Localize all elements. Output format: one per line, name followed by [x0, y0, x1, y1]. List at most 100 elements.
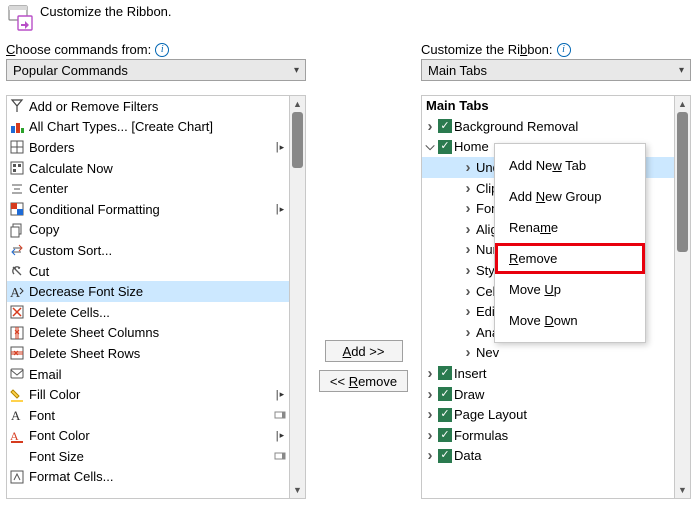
info-icon[interactable]: i	[155, 43, 169, 57]
context-menu-item[interactable]: Add New Group	[495, 181, 645, 212]
expander-icon[interactable]	[462, 283, 474, 300]
scroll-up-icon[interactable]: ▲	[675, 96, 690, 112]
expander-icon[interactable]	[462, 241, 474, 258]
checkbox-icon[interactable]	[438, 428, 452, 442]
scroll-down-icon[interactable]: ▼	[290, 482, 305, 498]
chevron-down-icon: ▾	[294, 65, 299, 76]
command-item[interactable]: AFont	[7, 405, 289, 426]
info-icon[interactable]: i	[557, 43, 571, 57]
tree-item[interactable]: Background Removal	[422, 116, 674, 137]
customize-ribbon-label: Customize the Ribbon: i	[421, 42, 691, 57]
command-item[interactable]: Add or Remove Filters	[7, 96, 289, 117]
command-item[interactable]: All Chart Types... [Create Chart]	[7, 117, 289, 138]
tree-label: Page Layout	[454, 407, 672, 422]
transfer-buttons: Add >> << Remove	[306, 42, 421, 392]
expander-icon[interactable]	[462, 262, 474, 279]
command-item[interactable]: Delete Sheet Rows	[7, 343, 289, 364]
expander-icon[interactable]	[462, 221, 474, 238]
expander-icon[interactable]	[424, 406, 436, 423]
command-label: Center	[29, 181, 287, 196]
scroll-thumb[interactable]	[677, 112, 688, 252]
tree-label: Data	[454, 448, 672, 463]
command-icon	[9, 119, 25, 135]
tree-item[interactable]: Draw	[422, 384, 674, 405]
expander-icon[interactable]	[462, 303, 474, 320]
checkbox-icon[interactable]	[438, 449, 452, 463]
scroll-thumb[interactable]	[292, 112, 303, 168]
checkbox-icon[interactable]	[438, 387, 452, 401]
submenu-indicator-icon: |▸	[273, 203, 287, 215]
tree-item[interactable]: Insert	[422, 363, 674, 384]
customize-ribbon-dropdown[interactable]: Main Tabs ▾	[421, 59, 691, 81]
command-item[interactable]: Conditional Formatting|▸	[7, 199, 289, 220]
expander-icon[interactable]	[462, 180, 474, 197]
command-icon: A	[9, 428, 25, 444]
command-item[interactable]: Delete Cells...	[7, 302, 289, 323]
checkbox-icon[interactable]	[438, 140, 452, 154]
command-label: Copy	[29, 222, 287, 237]
command-item[interactable]: Copy	[7, 220, 289, 241]
remove-button[interactable]: << Remove	[319, 370, 408, 392]
scroll-down-icon[interactable]: ▼	[675, 482, 690, 498]
checkbox-icon[interactable]	[438, 366, 452, 380]
expander-icon[interactable]	[424, 386, 436, 403]
command-item[interactable]: AFont Color|▸	[7, 426, 289, 447]
command-icon	[9, 98, 25, 114]
choose-commands-dropdown[interactable]: Popular Commands ▾	[6, 59, 306, 81]
expander-icon[interactable]	[424, 447, 436, 464]
submenu-indicator-icon: |▸	[273, 430, 287, 442]
command-item[interactable]: Email	[7, 364, 289, 385]
context-menu-item[interactable]: Rename	[495, 212, 645, 243]
expander-icon[interactable]	[462, 344, 474, 361]
command-item[interactable]: Fill Color|▸	[7, 384, 289, 405]
choose-commands-value: Popular Commands	[13, 63, 128, 78]
scroll-up-icon[interactable]: ▲	[290, 96, 305, 112]
command-item[interactable]: Cut	[7, 261, 289, 282]
add-button[interactable]: Add >>	[325, 340, 403, 362]
command-item[interactable]: Calculate Now	[7, 158, 289, 179]
command-item[interactable]: Custom Sort...	[7, 240, 289, 261]
command-icon	[9, 222, 25, 238]
svg-text:A: A	[10, 286, 21, 300]
expander-icon[interactable]	[424, 427, 436, 444]
expander-icon[interactable]	[462, 159, 474, 176]
tree-item[interactable]: Data	[422, 446, 674, 467]
tree-item[interactable]: Formulas	[422, 425, 674, 446]
command-icon	[9, 263, 25, 279]
expander-icon[interactable]	[462, 200, 474, 217]
expander-icon[interactable]	[424, 365, 436, 382]
expander-icon[interactable]	[462, 324, 474, 341]
context-menu-item[interactable]: Move Down	[495, 305, 645, 336]
expander-icon[interactable]	[424, 139, 436, 154]
command-label: Delete Cells...	[29, 305, 287, 320]
customize-ribbon-icon	[6, 4, 34, 32]
checkbox-icon[interactable]	[438, 119, 452, 133]
tree-item[interactable]: Nev	[422, 343, 674, 364]
context-menu-item[interactable]: Move Up	[495, 274, 645, 305]
commands-listbox[interactable]: Add or Remove FiltersAll Chart Types... …	[6, 95, 306, 499]
combo-indicator-icon	[273, 409, 287, 421]
scrollbar[interactable]: ▲ ▼	[674, 96, 690, 498]
command-label: Email	[29, 367, 287, 382]
context-menu-item[interactable]: Add New Tab	[495, 150, 645, 181]
command-icon	[9, 387, 25, 403]
command-item[interactable]: Font Size	[7, 446, 289, 467]
command-item[interactable]: Borders|▸	[7, 137, 289, 158]
checkbox-icon[interactable]	[438, 408, 452, 422]
command-icon	[9, 201, 25, 217]
ribbon-tree[interactable]: Main Tabs Background RemovalHomeUndoClip…	[421, 95, 691, 499]
tree-label: Draw	[454, 387, 672, 402]
tree-label: Formulas	[454, 428, 672, 443]
command-item[interactable]: Center	[7, 178, 289, 199]
expander-icon[interactable]	[424, 118, 436, 135]
command-label: Font	[29, 408, 269, 423]
scrollbar[interactable]: ▲ ▼	[289, 96, 305, 498]
choose-commands-panel: Choose commands from: i Popular Commands…	[6, 42, 306, 499]
command-item[interactable]: Format Cells...	[7, 467, 289, 488]
command-item[interactable]: ADecrease Font Size	[7, 281, 289, 302]
command-icon	[9, 160, 25, 176]
command-item[interactable]: Delete Sheet Columns	[7, 323, 289, 344]
context-menu-item[interactable]: Remove	[495, 243, 645, 274]
tree-item[interactable]: Page Layout	[422, 404, 674, 425]
command-label: Custom Sort...	[29, 243, 287, 258]
